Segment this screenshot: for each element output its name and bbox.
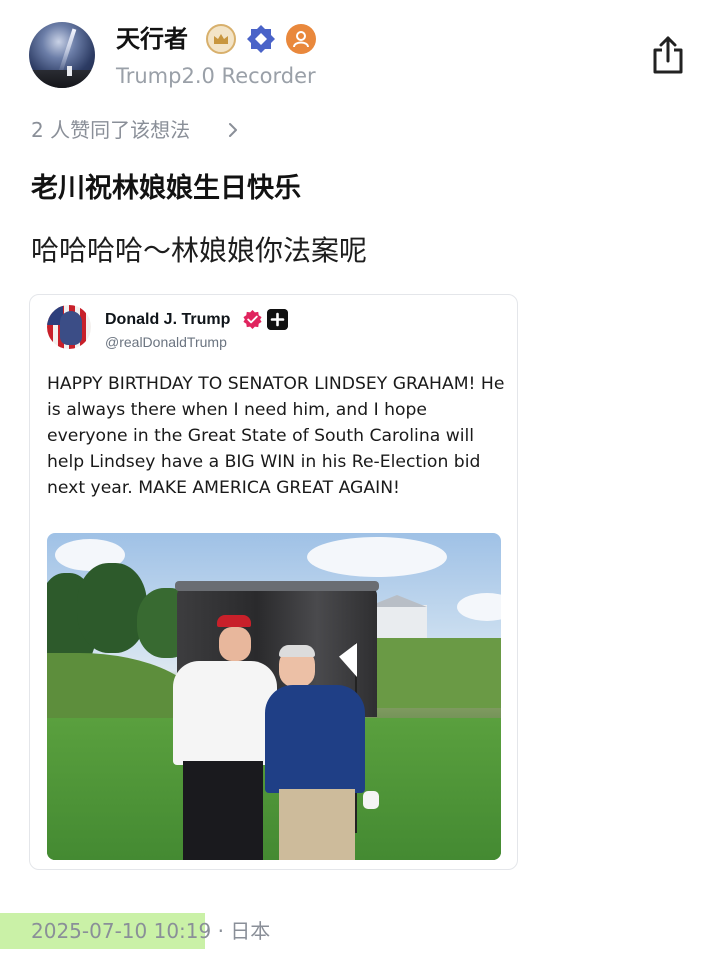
avatar-portrait [60, 311, 82, 345]
author-name[interactable]: 天行者 [116, 24, 188, 54]
photo-khaki-pants [279, 789, 355, 860]
photo-white-shirt [173, 661, 277, 765]
photo-tower-rim [175, 581, 379, 591]
tweet-author-name[interactable]: Donald J. Trump [105, 309, 230, 331]
person-glyph-icon [293, 31, 309, 48]
post-title: 老川祝林娘娘生日快乐 [31, 173, 301, 204]
photo-face [219, 627, 251, 661]
post-timestamp-location: 2025-07-10 10:19 · 日本 [31, 919, 271, 943]
verified-badge-icon [243, 309, 262, 330]
crown-badge-icon[interactable] [206, 24, 236, 54]
photo-golf-glove [363, 791, 379, 809]
post-body: 哈哈哈哈～林娘娘你法案呢 [31, 234, 368, 267]
tweet-author-handle[interactable]: @realDonaldTrump [105, 332, 227, 352]
photo-black-pants [183, 761, 263, 860]
diamond-glyph-icon [247, 25, 275, 53]
plus-badge-icon [267, 309, 288, 330]
photo-cloud [457, 593, 501, 621]
photo-white-hair [279, 645, 315, 657]
photo-tree [77, 563, 147, 653]
avatar-rocket [67, 66, 72, 76]
author-avatar[interactable] [29, 22, 95, 88]
photo-cloud [307, 537, 447, 577]
photo-red-cap [217, 615, 251, 627]
share-icon[interactable] [649, 34, 687, 76]
tweet-text: HAPPY BIRTHDAY TO SENATOR LINDSEY GRAHAM… [47, 374, 505, 498]
person-badge-icon[interactable] [286, 24, 316, 54]
tweet-photo[interactable] [47, 533, 501, 860]
crown-glyph-icon [214, 34, 228, 44]
chevron-right-icon[interactable] [226, 118, 240, 142]
photo-blue-shirt [265, 685, 365, 793]
likes-count-link[interactable]: 2 人赞同了该想法 [31, 116, 190, 144]
diamond-badge-icon[interactable] [246, 24, 276, 54]
author-subtitle: Trump2.0 Recorder [116, 64, 316, 88]
photo-hill [377, 638, 501, 708]
tweet-author-avatar[interactable] [47, 305, 91, 349]
avatar-ground [29, 70, 95, 88]
